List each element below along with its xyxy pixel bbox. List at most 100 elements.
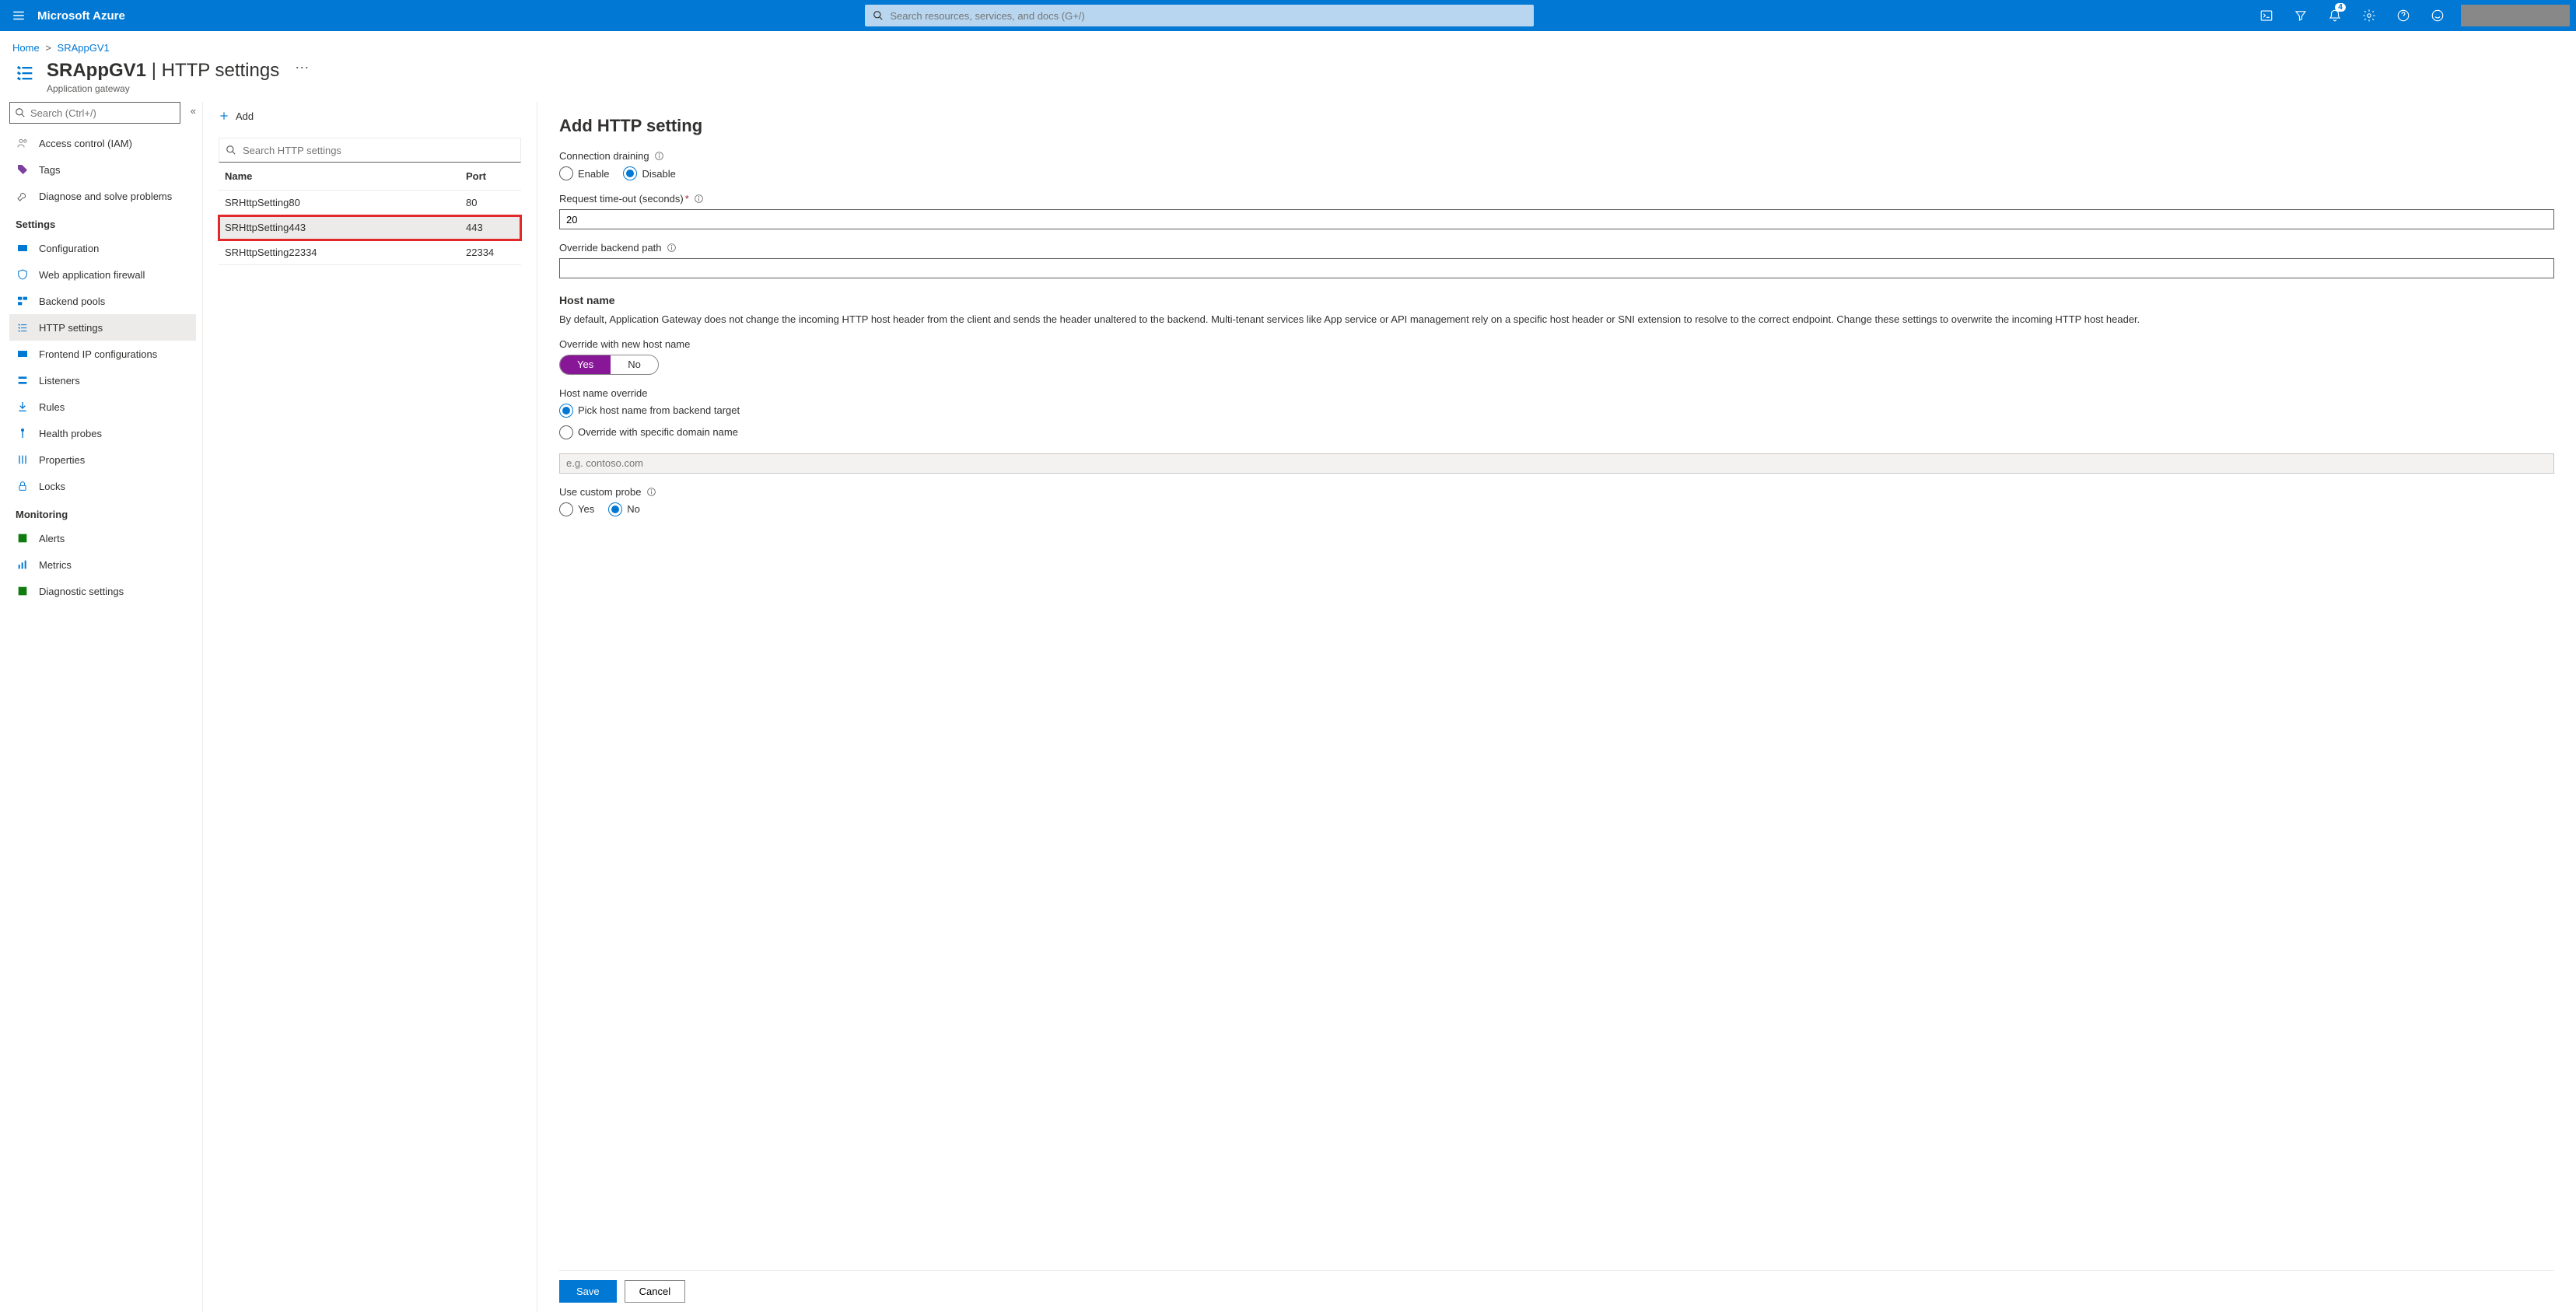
- row-name: SRHttpSetting443: [225, 222, 466, 233]
- col-port-header[interactable]: Port: [466, 170, 515, 182]
- sidebar-item-listeners[interactable]: Listeners: [9, 367, 196, 394]
- pick-backend-radio[interactable]: Pick host name from backend target: [559, 404, 2554, 418]
- breadcrumb-sep: >: [45, 42, 51, 54]
- ip-icon: [16, 347, 30, 361]
- sidebar-item-iam[interactable]: Access control (IAM): [9, 130, 196, 156]
- account-menu[interactable]: [2461, 5, 2570, 26]
- tag-icon: [16, 163, 30, 177]
- row-port: 80: [466, 197, 515, 208]
- listeners-icon: [16, 373, 30, 387]
- sidebar-item-label: Diagnostic settings: [39, 586, 124, 597]
- notifications-icon[interactable]: 4: [2318, 0, 2352, 31]
- connection-draining-radios: Enable Disable: [559, 166, 2554, 180]
- disable-radio[interactable]: Disable: [623, 166, 675, 180]
- shield-icon: [16, 268, 30, 282]
- settings-gear-icon[interactable]: [2352, 0, 2386, 31]
- sidebar-item-configuration[interactable]: Configuration: [9, 235, 196, 261]
- probe-no-radio[interactable]: No: [608, 502, 640, 516]
- info-icon[interactable]: [654, 151, 664, 161]
- search-icon: [15, 107, 26, 118]
- sidebar-item-frontend-ip[interactable]: Frontend IP configurations: [9, 341, 196, 367]
- sidebar-search[interactable]: [9, 102, 180, 124]
- info-icon[interactable]: [646, 487, 656, 497]
- breadcrumb-resource[interactable]: SRAppGV1: [58, 42, 110, 54]
- page-title-resource: SRAppGV1: [47, 60, 146, 81]
- cloud-shell-icon[interactable]: [2249, 0, 2284, 31]
- info-icon[interactable]: [694, 194, 704, 204]
- directory-filter-icon[interactable]: [2284, 0, 2318, 31]
- plus-icon: [219, 110, 229, 121]
- brand-label[interactable]: Microsoft Azure: [37, 9, 156, 23]
- properties-icon: [16, 453, 30, 467]
- rules-icon: [16, 400, 30, 414]
- sidebar-item-label: Tags: [39, 164, 60, 176]
- sidebar-item-label: Access control (IAM): [39, 138, 132, 149]
- global-search[interactable]: [865, 5, 1534, 26]
- toggle-no[interactable]: No: [611, 355, 658, 374]
- more-actions-button[interactable]: ⋯: [295, 60, 309, 76]
- sidebar-item-alerts[interactable]: Alerts: [9, 525, 196, 551]
- hamburger-menu[interactable]: [0, 0, 37, 31]
- sidebar-item-diagnose[interactable]: Diagnose and solve problems: [9, 183, 196, 209]
- hostname-override-radios: Pick host name from backend target Overr…: [559, 404, 2554, 439]
- cancel-button[interactable]: Cancel: [625, 1280, 685, 1303]
- sidebar-item-label: Locks: [39, 481, 65, 492]
- breadcrumb: Home > SRAppGV1: [0, 31, 2576, 60]
- collapse-sidebar-button[interactable]: «: [191, 105, 196, 117]
- sidebar-item-properties[interactable]: Properties: [9, 446, 196, 473]
- probe-yes-radio[interactable]: Yes: [559, 502, 594, 516]
- table-row[interactable]: SRHttpSetting22334 22334: [219, 240, 521, 265]
- hostname-section-desc: By default, Application Gateway does not…: [559, 313, 2554, 327]
- hostname-override-label: Host name override: [559, 387, 2554, 399]
- add-button-label: Add: [236, 110, 254, 122]
- sidebar-item-label: Configuration: [39, 243, 99, 254]
- custom-probe-radios: Yes No: [559, 502, 2554, 516]
- row-name: SRHttpSetting80: [225, 197, 466, 208]
- filter-box[interactable]: [219, 138, 521, 163]
- panel-footer: Save Cancel: [559, 1270, 2554, 1312]
- page-subtitle: Application gateway: [47, 83, 279, 94]
- filter-input[interactable]: [243, 145, 514, 156]
- sidebar-item-locks[interactable]: Locks: [9, 473, 196, 499]
- row-port: 443: [466, 222, 515, 233]
- sidebar-item-health-probes[interactable]: Health probes: [9, 420, 196, 446]
- request-timeout-label: Request time-out (seconds)*: [559, 193, 2554, 205]
- sidebar-item-diagnostic-settings[interactable]: Diagnostic settings: [9, 578, 196, 604]
- connection-draining-label: Connection draining: [559, 150, 2554, 162]
- http-settings-icon: [16, 320, 30, 334]
- top-bar: Microsoft Azure 4: [0, 0, 2576, 31]
- wrench-icon: [16, 189, 30, 203]
- sidebar-item-waf[interactable]: Web application firewall: [9, 261, 196, 288]
- sidebar-section-settings: Settings: [9, 209, 196, 235]
- sidebar-item-backend-pools[interactable]: Backend pools: [9, 288, 196, 314]
- sidebar-search-input[interactable]: [30, 107, 175, 119]
- http-settings-icon: [12, 60, 37, 85]
- sidebar-item-label: Rules: [39, 401, 65, 413]
- hostname-section-head: Host name: [559, 294, 2554, 306]
- toggle-yes[interactable]: Yes: [560, 355, 611, 374]
- search-icon: [873, 10, 884, 21]
- info-icon[interactable]: [667, 243, 677, 253]
- global-search-input[interactable]: [890, 10, 1526, 22]
- sidebar-item-http-settings[interactable]: HTTP settings: [9, 314, 196, 341]
- enable-radio[interactable]: Enable: [559, 166, 609, 180]
- feedback-icon[interactable]: [2420, 0, 2455, 31]
- sidebar-item-label: Diagnose and solve problems: [39, 191, 172, 202]
- sidebar-item-label: Frontend IP configurations: [39, 348, 157, 360]
- request-timeout-input[interactable]: [559, 209, 2554, 229]
- save-button[interactable]: Save: [559, 1280, 617, 1303]
- table-row[interactable]: SRHttpSetting80 80: [219, 191, 521, 215]
- custom-probe-label: Use custom probe: [559, 486, 2554, 498]
- sidebar-item-label: Alerts: [39, 533, 65, 544]
- override-specific-radio[interactable]: Override with specific domain name: [559, 425, 2554, 439]
- sidebar-item-tags[interactable]: Tags: [9, 156, 196, 183]
- breadcrumb-home[interactable]: Home: [12, 42, 40, 54]
- add-button[interactable]: Add: [219, 110, 254, 122]
- sidebar-item-metrics[interactable]: Metrics: [9, 551, 196, 578]
- col-name-header[interactable]: Name: [225, 170, 466, 182]
- override-backend-path-input[interactable]: [559, 258, 2554, 278]
- list-toolbar: Add: [219, 102, 521, 130]
- help-icon[interactable]: [2386, 0, 2420, 31]
- table-row[interactable]: SRHttpSetting443 443: [219, 215, 521, 240]
- sidebar-item-rules[interactable]: Rules: [9, 394, 196, 420]
